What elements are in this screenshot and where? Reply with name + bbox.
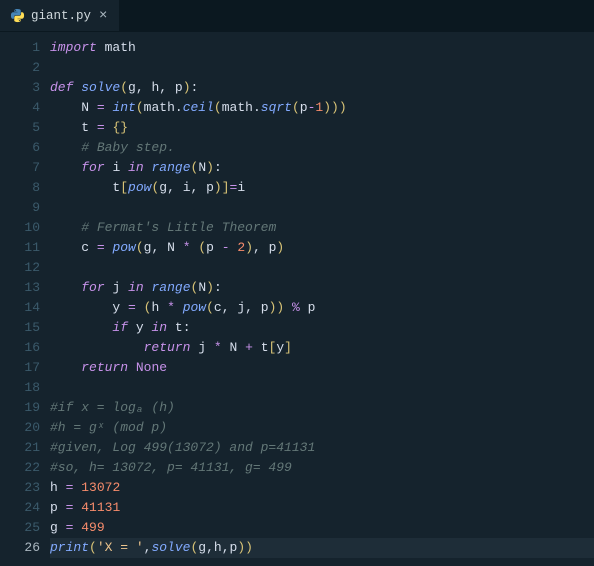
code-line[interactable]: g = 499 xyxy=(50,518,594,538)
line-number: 5 xyxy=(0,118,40,138)
line-number: 11 xyxy=(0,238,40,258)
line-number: 2 xyxy=(0,58,40,78)
line-number: 17 xyxy=(0,358,40,378)
line-number: 21 xyxy=(0,438,40,458)
line-number: 24 xyxy=(0,498,40,518)
code-line[interactable]: if y in t: xyxy=(50,318,594,338)
code-line[interactable]: t = {} xyxy=(50,118,594,138)
code-line[interactable]: #so, h= 13072, p= 41131, g= 499 xyxy=(50,458,594,478)
tab-bar: giant.py × xyxy=(0,0,594,32)
code-line[interactable]: c = pow(g, N * (p - 2), p) xyxy=(50,238,594,258)
tab-filename: giant.py xyxy=(31,9,91,23)
close-icon[interactable]: × xyxy=(97,7,109,25)
code-line[interactable]: N = int(math.ceil(math.sqrt(p-1))) xyxy=(50,98,594,118)
code-line[interactable]: #if x = logₐ (h) xyxy=(50,398,594,418)
code-line[interactable]: for i in range(N): xyxy=(50,158,594,178)
code-line[interactable]: for j in range(N): xyxy=(50,278,594,298)
line-number: 18 xyxy=(0,378,40,398)
code-line[interactable] xyxy=(50,378,594,398)
line-number: 19 xyxy=(0,398,40,418)
code-line[interactable]: return j * N + t[y] xyxy=(50,338,594,358)
file-tab[interactable]: giant.py × xyxy=(0,0,120,31)
code-line[interactable]: t[pow(g, i, p)]=i xyxy=(50,178,594,198)
line-number: 6 xyxy=(0,138,40,158)
code-line[interactable]: import math xyxy=(50,38,594,58)
line-number: 9 xyxy=(0,198,40,218)
code-line[interactable] xyxy=(50,258,594,278)
code-line[interactable]: def solve(g, h, p): xyxy=(50,78,594,98)
code-line[interactable] xyxy=(50,58,594,78)
line-number: 26 xyxy=(0,538,40,558)
line-number: 25 xyxy=(0,518,40,538)
line-number: 8 xyxy=(0,178,40,198)
line-number: 4 xyxy=(0,98,40,118)
code-line[interactable]: print('X = ',solve(g,h,p)) xyxy=(50,538,594,558)
code-line[interactable]: # Baby step. xyxy=(50,138,594,158)
line-number: 7 xyxy=(0,158,40,178)
line-number: 23 xyxy=(0,478,40,498)
line-number: 13 xyxy=(0,278,40,298)
code-area[interactable]: import math def solve(g, h, p): N = int(… xyxy=(50,32,594,566)
line-number: 20 xyxy=(0,418,40,438)
line-number: 15 xyxy=(0,318,40,338)
code-line[interactable]: h = 13072 xyxy=(50,478,594,498)
line-number: 22 xyxy=(0,458,40,478)
line-number: 12 xyxy=(0,258,40,278)
code-line[interactable]: y = (h * pow(c, j, p)) % p xyxy=(50,298,594,318)
code-line[interactable]: p = 41131 xyxy=(50,498,594,518)
code-line[interactable]: #given, Log 499(13072) and p=41131 xyxy=(50,438,594,458)
line-number: 10 xyxy=(0,218,40,238)
code-line[interactable]: return None xyxy=(50,358,594,378)
editor: 1234567891011121314151617181920212223242… xyxy=(0,32,594,566)
line-number: 16 xyxy=(0,338,40,358)
code-line[interactable] xyxy=(50,198,594,218)
line-number: 3 xyxy=(0,78,40,98)
code-line[interactable]: # Fermat's Little Theorem xyxy=(50,218,594,238)
python-icon xyxy=(10,8,25,23)
line-gutter: 1234567891011121314151617181920212223242… xyxy=(0,32,50,566)
line-number: 1 xyxy=(0,38,40,58)
code-line[interactable]: #h = gˣ (mod p) xyxy=(50,418,594,438)
line-number: 14 xyxy=(0,298,40,318)
